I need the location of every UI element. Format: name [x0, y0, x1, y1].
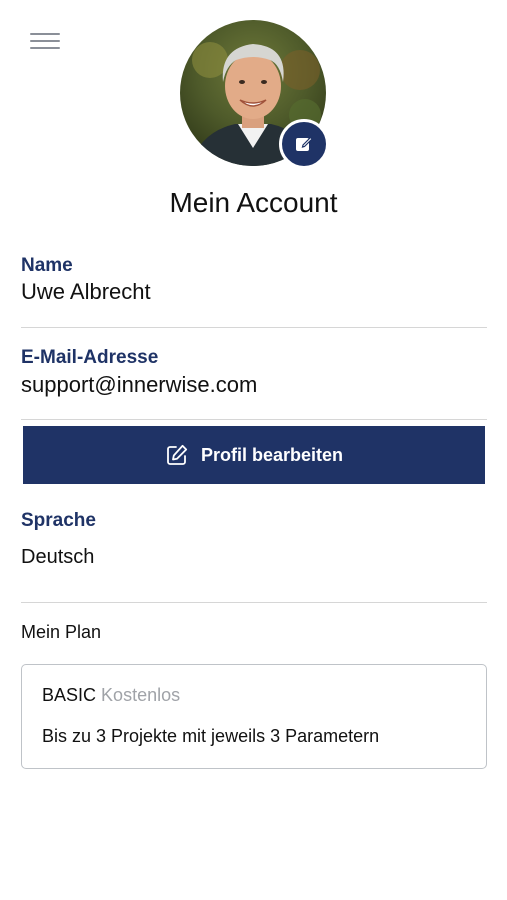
language-label: Sprache [21, 510, 96, 531]
email-label: E-Mail-Adresse [21, 347, 159, 368]
plan-description: Bis zu 3 Projekte mit jeweils 3 Paramete… [42, 726, 380, 746]
edit-pencil-icon [296, 136, 313, 151]
hamburger-menu-icon[interactable] [30, 30, 62, 52]
plan-title: BASIC Kostenlos [42, 685, 180, 706]
plan-card[interactable]: BASIC Kostenlos Bis zu 3 Projekte mit je… [21, 664, 487, 769]
edit-profile-label: Profil bearbeiten [200, 444, 344, 465]
edit-profile-button[interactable]: Profil bearbeiten [23, 426, 485, 484]
edit-square-icon [167, 444, 188, 465]
plan-price: Kostenlos [101, 685, 181, 705]
page-title: Mein Account [169, 187, 338, 218]
language-value[interactable]: Deutsch [21, 546, 94, 569]
divider [21, 419, 487, 420]
divider [21, 602, 487, 603]
name-label: Name [21, 255, 73, 276]
divider [21, 327, 487, 328]
avatar[interactable] [180, 20, 329, 169]
name-value: Uwe Albrecht [21, 279, 151, 304]
plan-name: BASIC [42, 685, 97, 705]
email-value: support@innerwise.com [21, 372, 258, 397]
edit-avatar-button[interactable] [279, 119, 329, 169]
plan-section-label: Mein Plan [21, 622, 102, 642]
